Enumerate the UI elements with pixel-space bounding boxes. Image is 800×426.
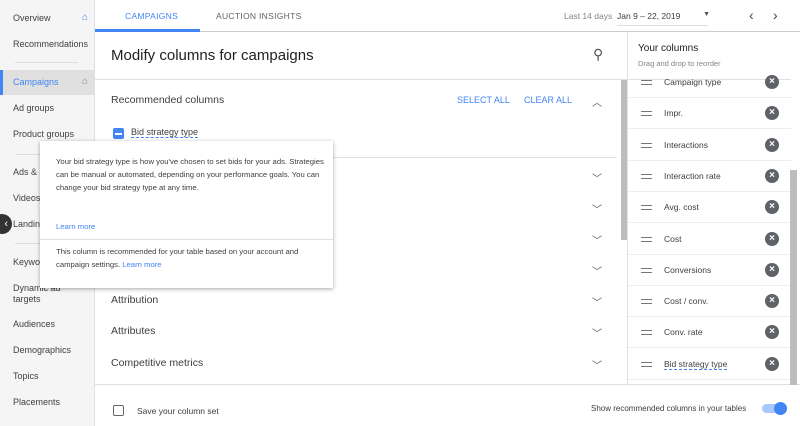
remove-column-icon[interactable]: × xyxy=(765,168,779,183)
date-range-select[interactable]: Jan 9 – 22, 2019 ▼ xyxy=(617,11,710,26)
drag-handle-icon[interactable] xyxy=(641,330,652,336)
chevron-down-icon[interactable]: ﹀ xyxy=(592,325,602,340)
section-attributes[interactable]: Attributes ﹀ xyxy=(111,325,606,340)
remove-column-icon[interactable]: × xyxy=(765,106,779,121)
column-name: Avg. cost xyxy=(664,202,699,213)
drag-handle-icon[interactable] xyxy=(641,173,652,179)
column-item[interactable]: Bid strategy type × xyxy=(628,349,791,380)
chevron-down-icon[interactable]: ﹀ xyxy=(592,232,602,247)
learn-more-link[interactable]: Learn more xyxy=(56,222,95,231)
column-name: Campaign type xyxy=(664,77,722,87)
column-name: Cost xyxy=(664,233,682,244)
column-item[interactable]: Cost × xyxy=(628,224,791,255)
remove-column-icon[interactable]: × xyxy=(765,325,779,340)
remove-column-icon[interactable]: × xyxy=(765,75,779,89)
column-name: Conv. rate xyxy=(664,327,703,338)
next-period-button[interactable]: › xyxy=(773,7,778,23)
chevron-down-icon[interactable]: ﹀ xyxy=(592,170,602,185)
column-name: Interactions xyxy=(664,139,708,150)
column-item[interactable]: Campaign type × xyxy=(628,67,791,98)
sidebar-item-product-groups[interactable]: Product groups xyxy=(0,129,95,140)
search-icon[interactable]: ⚲ xyxy=(593,46,603,63)
drag-handle-icon[interactable] xyxy=(641,142,652,148)
tooltip-note: This column is recommended for your tabl… xyxy=(56,247,299,269)
home-icon: ⌂ xyxy=(81,12,88,23)
tab-auction-insights[interactable]: AUCTION INSIGHTS xyxy=(216,11,302,21)
chevron-down-icon[interactable]: ﹀ xyxy=(592,201,602,216)
sidebar-item-ad-groups[interactable]: Ad groups xyxy=(0,103,95,114)
column-item[interactable]: Avg. cost × xyxy=(628,192,791,224)
column-name: Impr. xyxy=(664,108,683,119)
drag-handle-icon[interactable] xyxy=(641,205,652,211)
column-item[interactable]: Interactions × xyxy=(628,130,791,161)
your-columns-panel: Your columns Drag and drop to reorder Ca… xyxy=(627,32,791,385)
tab-campaigns[interactable]: CAMPAIGNS xyxy=(125,11,178,21)
divider xyxy=(15,62,78,63)
drag-handle-icon[interactable] xyxy=(641,111,652,117)
sidebar-item-audiences[interactable]: Audiences xyxy=(0,319,95,330)
column-name: Conversions xyxy=(664,264,712,275)
remove-column-icon[interactable]: × xyxy=(765,356,779,371)
remove-column-icon[interactable]: × xyxy=(765,137,779,152)
previous-period-button[interactable]: ‹ xyxy=(749,7,754,23)
column-name: Bid strategy type xyxy=(664,358,728,370)
bid-strategy-checkbox[interactable] xyxy=(113,128,124,139)
sidebar-item-overview[interactable]: Overview ⌂ xyxy=(0,12,95,24)
chevron-up-icon[interactable]: ︿ xyxy=(592,94,602,109)
dialog-title: Modify columns for campaigns xyxy=(111,47,314,64)
drag-handle-icon[interactable] xyxy=(641,299,652,305)
clear-all-button[interactable]: CLEAR ALL xyxy=(524,95,572,105)
learn-more-link[interactable]: Learn more xyxy=(122,260,161,269)
save-column-set-label: Save your column set xyxy=(137,406,219,416)
show-recommended-toggle[interactable] xyxy=(762,402,787,415)
tooltip-text: Your bid strategy type is how you've cho… xyxy=(56,157,324,192)
sidebar-item-placements[interactable]: Placements xyxy=(0,397,95,408)
select-all-button[interactable]: SELECT ALL xyxy=(457,95,510,105)
divider xyxy=(95,79,627,80)
chevron-down-icon[interactable]: ﹀ xyxy=(592,263,602,278)
chevron-down-icon[interactable]: ﹀ xyxy=(592,357,602,372)
column-name: Cost / conv. xyxy=(664,296,709,307)
sidebar-item-campaigns[interactable]: Campaigns ⌂ xyxy=(0,70,95,95)
drag-handle-icon[interactable] xyxy=(641,267,652,273)
drag-handle-icon[interactable] xyxy=(641,361,652,367)
column-item[interactable]: Impr. × xyxy=(628,98,791,130)
dropdown-icon: ▼ xyxy=(703,11,710,18)
column-list: Campaign type × Impr. × Interactions × Interac… xyxy=(628,67,791,385)
drag-handle-icon[interactable] xyxy=(641,236,652,242)
show-recommended-label: Show recommended columns in your tables xyxy=(591,404,747,413)
date-range-label: Last 14 days xyxy=(564,11,613,21)
column-item[interactable]: Conv. rate × xyxy=(628,317,791,349)
top-bar: CAMPAIGNS AUCTION INSIGHTS Last 14 days … xyxy=(95,0,800,32)
divider xyxy=(40,239,333,240)
recommended-columns-header: Recommended columns SELECT ALL CLEAR ALL… xyxy=(111,94,602,109)
remove-column-icon[interactable]: × xyxy=(765,200,779,215)
sidebar-item-topics[interactable]: Topics xyxy=(0,371,95,382)
remove-column-icon[interactable]: × xyxy=(765,294,779,309)
chevron-down-icon[interactable]: ﹀ xyxy=(592,294,602,309)
save-column-set-checkbox[interactable] xyxy=(113,405,124,416)
your-columns-title: Your columns xyxy=(638,43,699,54)
remove-column-icon[interactable]: × xyxy=(765,262,779,277)
sidebar-item-recommendations[interactable]: Recommendations xyxy=(0,39,95,50)
sidebar-item-demographics[interactable]: Demographics xyxy=(0,345,95,356)
bid-strategy-type-option[interactable]: Bid strategy type xyxy=(131,127,199,138)
column-item[interactable]: Interaction rate × xyxy=(628,161,791,192)
section-attribution[interactable]: Attribution ﹀ xyxy=(111,294,606,309)
column-item[interactable]: Cost / conv. × xyxy=(628,286,791,318)
drag-handle-icon[interactable] xyxy=(641,80,652,85)
column-name: Interaction rate xyxy=(664,170,721,181)
column-item[interactable]: Conversions × xyxy=(628,255,791,286)
home-icon: ⌂ xyxy=(81,76,88,87)
remove-column-icon[interactable]: × xyxy=(765,231,779,246)
bid-strategy-tooltip: Your bid strategy type is how you've cho… xyxy=(40,141,333,288)
section-competitive-metrics[interactable]: Competitive metrics ﹀ xyxy=(111,357,606,372)
scrollbar[interactable] xyxy=(790,170,797,385)
